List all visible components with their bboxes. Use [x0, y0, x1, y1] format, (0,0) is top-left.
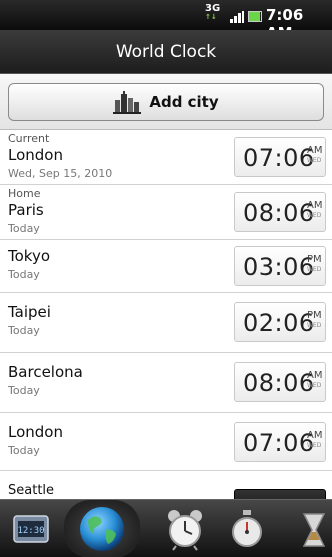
- city-time-box: 08:06 AM WED: [234, 362, 326, 402]
- battery-icon: [248, 11, 262, 22]
- add-city-bar: Add city: [0, 74, 332, 130]
- add-city-button[interactable]: Add city: [8, 83, 324, 121]
- city-row[interactable]: Taipei Today 02:06 PM WED: [0, 293, 332, 353]
- city-time-box: 03:06 PM WED: [234, 246, 326, 286]
- city-tag: Home: [8, 187, 41, 200]
- city-row[interactable]: London Today 07:06 AM WED: [0, 413, 332, 471]
- city-row[interactable]: Tokyo Today 03:06 PM WED: [0, 240, 332, 293]
- signal-icon: [230, 11, 244, 23]
- city-time-box: 07:06 AM WED: [234, 422, 326, 462]
- city-name: London: [8, 423, 63, 441]
- city-time: 08:06: [243, 199, 315, 227]
- city-time: 02:06: [243, 309, 315, 337]
- city-ampm: AM WED: [307, 430, 323, 450]
- city-ampm: AM WED: [307, 200, 323, 220]
- tab-stopwatch[interactable]: [222, 500, 272, 557]
- city-date: Today: [8, 384, 40, 397]
- city-time-box: 02:06 PM WED: [234, 302, 326, 342]
- city-name: Tokyo: [8, 247, 50, 265]
- city-skyline-icon: [113, 91, 142, 114]
- city-ampm: PM WED: [307, 254, 322, 274]
- city-name: Seattle: [8, 483, 55, 498]
- city-date: Today: [8, 268, 40, 281]
- page-title: World Clock: [0, 30, 332, 74]
- city-row[interactable]: Current London Wed, Sep 15, 2010 07:06 A…: [0, 130, 332, 185]
- status-bar: 3G↑↓ 7:06 AM: [0, 0, 332, 42]
- svg-text:12:30: 12:30: [17, 526, 44, 536]
- city-date: Today: [8, 444, 40, 457]
- tab-alarms[interactable]: [160, 500, 210, 557]
- city-ampm: AM WED: [307, 370, 323, 390]
- tab-world-clock[interactable]: [64, 500, 140, 557]
- add-city-label: Add city: [149, 93, 219, 111]
- city-time-box: 08:06 AM WED: [234, 192, 326, 232]
- tab-desk-clock[interactable]: 12:30: [6, 500, 56, 557]
- network-indicator: 3G ↑↓: [205, 3, 221, 22]
- desk-clock-icon: 12:30: [13, 515, 49, 543]
- city-name: Taipei: [8, 303, 51, 321]
- city-date: Today: [8, 324, 40, 337]
- alarm-clock-icon: [168, 510, 202, 551]
- city-date: Wed, Sep 15, 2010: [8, 167, 113, 180]
- city-time: 07:06: [243, 429, 315, 457]
- city-name: London: [8, 146, 63, 164]
- city-time: 08:06: [243, 369, 315, 397]
- city-ampm: AM WED: [307, 145, 323, 165]
- city-time-box: [234, 489, 326, 499]
- stopwatch-icon: [232, 510, 262, 547]
- city-row[interactable]: Barcelona Today 08:06 AM WED: [0, 353, 332, 413]
- world-clock-list[interactable]: Add city Current London Wed, Sep 15, 201…: [0, 74, 332, 499]
- city-row[interactable]: Seattle: [0, 471, 332, 499]
- city-time: 03:06: [243, 253, 315, 281]
- city-name: Barcelona: [8, 363, 83, 381]
- city-ampm: PM WED: [307, 310, 322, 330]
- city-time: 07:06: [243, 144, 315, 172]
- city-row[interactable]: Home Paris Today 08:06 AM WED: [0, 185, 332, 240]
- hourglass-icon: [302, 513, 326, 547]
- globe-icon: [80, 507, 124, 551]
- tab-bar: 12:30: [0, 499, 332, 557]
- city-date: Today: [8, 222, 40, 235]
- tab-timer[interactable]: [294, 500, 332, 557]
- city-tag: Current: [8, 132, 50, 145]
- city-name: Paris: [8, 201, 44, 219]
- city-time-box: 07:06 AM WED: [234, 137, 326, 177]
